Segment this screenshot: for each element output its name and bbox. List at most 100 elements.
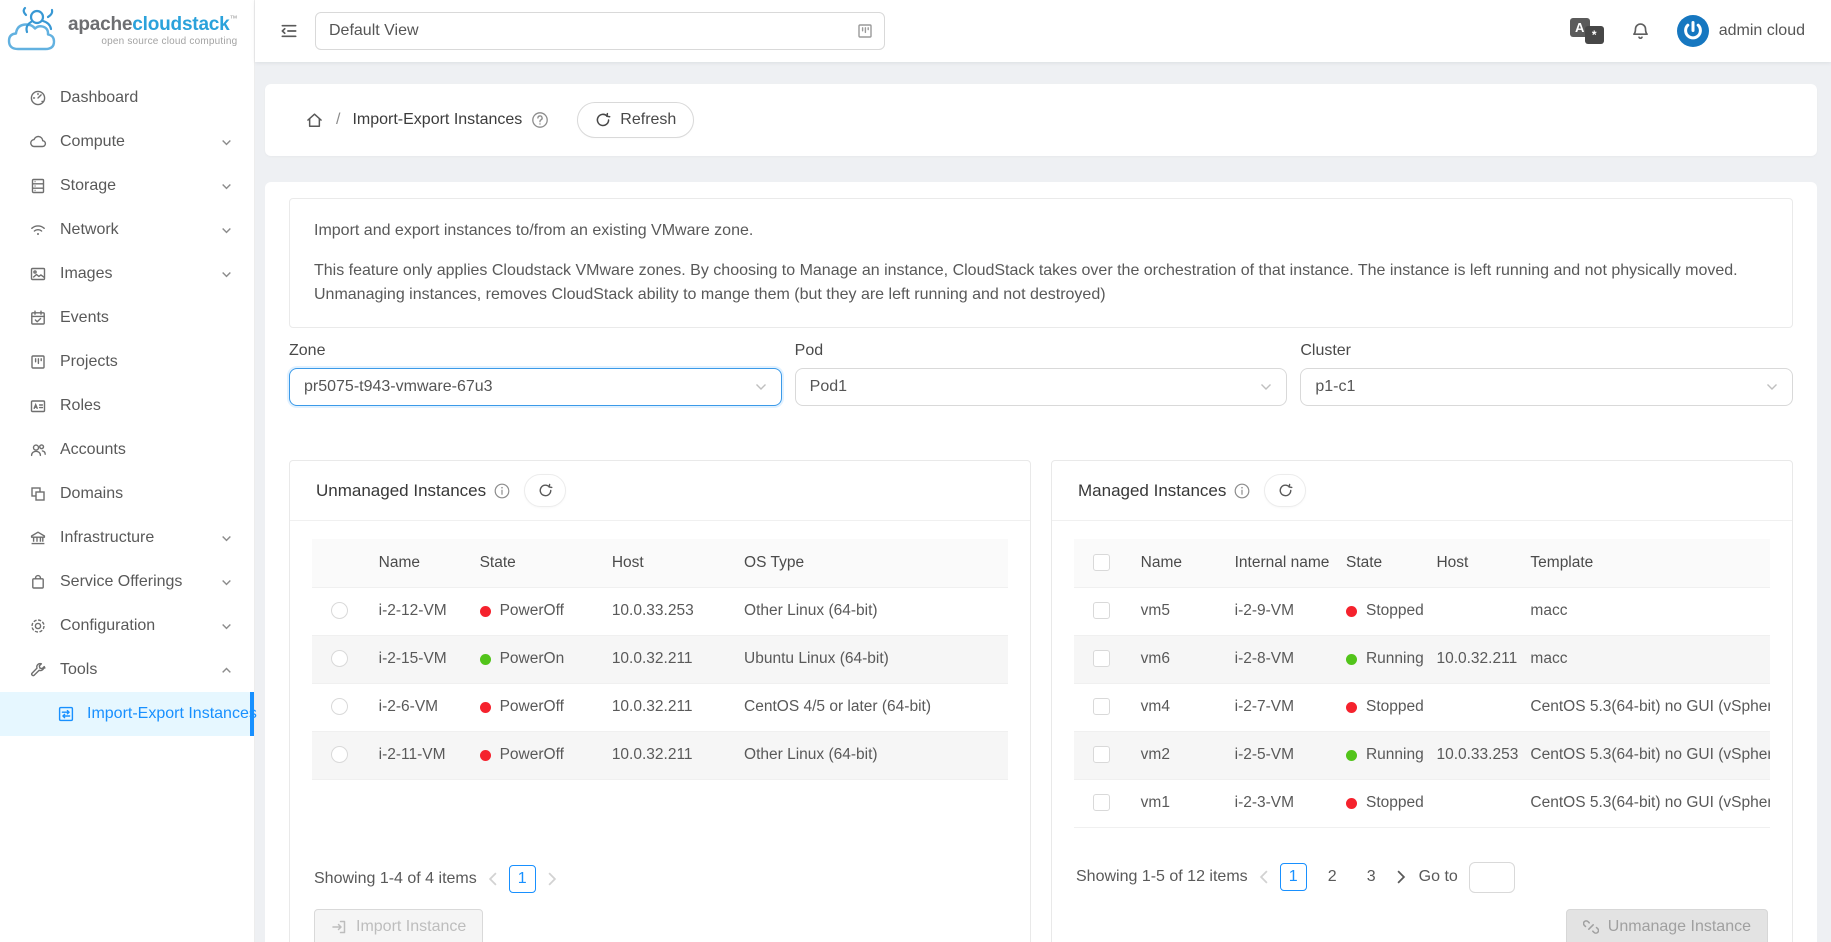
- caret-down-icon: [755, 383, 767, 391]
- state-cell: PowerOff: [469, 731, 601, 779]
- sidebar-item-accounts[interactable]: Accounts: [0, 428, 254, 472]
- prev-page-icon[interactable]: [488, 872, 498, 886]
- row-checkbox[interactable]: [1093, 650, 1110, 667]
- row-checkbox[interactable]: [1093, 698, 1110, 715]
- next-page-icon[interactable]: [1396, 870, 1406, 884]
- unmanaged-panel-title: Unmanaged Instances: [316, 481, 486, 501]
- selector-column-header: [312, 539, 368, 587]
- state-cell: Stopped: [1335, 779, 1425, 827]
- table-cell: vm5: [1130, 587, 1224, 635]
- unmanaged-table: Name State Host OS Type i-2-12-VMPowerOf…: [312, 539, 1008, 780]
- table-row[interactable]: vm6i-2-8-VMRunning10.0.32.211macc: [1074, 635, 1770, 683]
- chevron-down-icon: [221, 225, 232, 236]
- unmanaged-instances-panel: Unmanaged Instances: [289, 460, 1031, 942]
- table-row[interactable]: i-2-15-VMPowerOn10.0.32.211Ubuntu Linux …: [312, 635, 1008, 683]
- shopping-bag-icon: [29, 573, 47, 591]
- table-cell: 10.0.33.253: [1425, 731, 1519, 779]
- sidebar-item-compute[interactable]: Compute: [0, 120, 254, 164]
- sidebar-item-storage[interactable]: Storage: [0, 164, 254, 208]
- state-dot: [480, 606, 491, 617]
- row-radio[interactable]: [331, 698, 348, 715]
- page-number[interactable]: 1: [509, 865, 536, 893]
- page-number[interactable]: 2: [1319, 863, 1346, 891]
- table-row[interactable]: vm2i-2-5-VMRunning10.0.33.253CentOS 5.3(…: [1074, 731, 1770, 779]
- table-cell: i-2-5-VM: [1224, 731, 1335, 779]
- goto-page-input[interactable]: [1469, 862, 1515, 893]
- view-selector[interactable]: Default View: [315, 12, 885, 50]
- row-radio[interactable]: [331, 746, 348, 763]
- reload-icon: [1278, 483, 1293, 498]
- pagination-summary: Showing 1-4 of 4 items: [314, 870, 477, 888]
- table-row[interactable]: vm1i-2-3-VMStoppedCentOS 5.3(64-bit) no …: [1074, 779, 1770, 827]
- pagination-summary: Showing 1-5 of 12 items: [1076, 868, 1248, 886]
- home-icon[interactable]: [305, 111, 324, 130]
- zone-select[interactable]: pr5075-t943-vmware-67u3: [289, 368, 782, 406]
- row-radio[interactable]: [331, 602, 348, 619]
- table-row[interactable]: vm4i-2-7-VMStoppedCentOS 5.3(64-bit) no …: [1074, 683, 1770, 731]
- chevron-down-icon: [221, 137, 232, 148]
- page-number[interactable]: 1: [1280, 863, 1307, 891]
- sidebar-item-images[interactable]: Images: [0, 252, 254, 296]
- sidebar-item-projects[interactable]: Projects: [0, 340, 254, 384]
- next-page-icon[interactable]: [547, 872, 557, 886]
- chevron-down-icon: [221, 533, 232, 544]
- pod-select[interactable]: Pod1: [795, 368, 1288, 406]
- description-line-1: Import and export instances to/from an e…: [314, 219, 1768, 243]
- sidebar-item-network[interactable]: Network: [0, 208, 254, 252]
- unmanage-instance-button[interactable]: Unmanage Instance: [1566, 909, 1768, 942]
- row-radio[interactable]: [331, 650, 348, 667]
- brand-name: apachecloudstack™: [68, 15, 237, 34]
- table-row[interactable]: i-2-11-VMPowerOff10.0.32.211Other Linux …: [312, 731, 1008, 779]
- managed-refresh-button[interactable]: [1264, 474, 1306, 507]
- sidebar-menu: Dashboard Compute Storage Network Images: [0, 62, 254, 736]
- project-icon: [856, 22, 874, 40]
- question-circle-icon[interactable]: [531, 111, 549, 129]
- cloud-icon: [29, 133, 47, 151]
- translate-icon[interactable]: A *: [1570, 18, 1604, 44]
- import-instance-button[interactable]: Import Instance: [314, 909, 483, 942]
- prev-page-icon[interactable]: [1259, 870, 1269, 884]
- state-dot: [1346, 606, 1357, 617]
- table-cell: i-2-11-VM: [368, 731, 469, 779]
- state-cell: Stopped: [1335, 587, 1425, 635]
- sidebar-item-configuration[interactable]: Configuration: [0, 604, 254, 648]
- main-column: Default View A * admin cloud: [255, 0, 1831, 942]
- table-row[interactable]: i-2-6-VMPowerOff10.0.32.211CentOS 4/5 or…: [312, 683, 1008, 731]
- cluster-select[interactable]: p1-c1: [1300, 368, 1793, 406]
- user-name: admin cloud: [1719, 22, 1805, 40]
- block-icon: [29, 485, 47, 503]
- unmanaged-pagination: Showing 1-4 of 4 items 1: [312, 831, 1008, 903]
- column-header: Name: [1130, 539, 1224, 587]
- sidebar-item-roles[interactable]: Roles: [0, 384, 254, 428]
- table-row[interactable]: vm5i-2-9-VMStoppedmacc: [1074, 587, 1770, 635]
- info-circle-icon[interactable]: [494, 483, 510, 499]
- bell-icon[interactable]: [1630, 21, 1651, 42]
- row-checkbox[interactable]: [1093, 746, 1110, 763]
- row-checkbox[interactable]: [1093, 794, 1110, 811]
- refresh-button[interactable]: Refresh: [577, 102, 694, 138]
- menu-fold-icon[interactable]: [279, 21, 299, 41]
- table-cell: macc: [1519, 635, 1770, 683]
- info-circle-icon[interactable]: [1234, 483, 1250, 499]
- user-menu[interactable]: admin cloud: [1677, 15, 1805, 47]
- sidebar-item-import-export-instances[interactable]: Import-Export Instances: [0, 692, 254, 736]
- state-cell: PowerOn: [469, 635, 601, 683]
- sidebar-item-tools[interactable]: Tools: [0, 648, 254, 692]
- table-row[interactable]: i-2-12-VMPowerOff10.0.33.253Other Linux …: [312, 587, 1008, 635]
- select-all-checkbox[interactable]: [1093, 554, 1110, 571]
- column-header: State: [1335, 539, 1425, 587]
- row-checkbox[interactable]: [1093, 602, 1110, 619]
- table-cell: i-2-15-VM: [368, 635, 469, 683]
- sidebar-item-service-offerings[interactable]: Service Offerings: [0, 560, 254, 604]
- page-number[interactable]: 3: [1358, 863, 1385, 891]
- sidebar-item-dashboard[interactable]: Dashboard: [0, 76, 254, 120]
- unmanaged-refresh-button[interactable]: [524, 474, 566, 507]
- sidebar-item-events[interactable]: Events: [0, 296, 254, 340]
- pod-label: Pod: [795, 342, 1288, 360]
- state-dot: [1346, 750, 1357, 761]
- table-cell: vm1: [1130, 779, 1224, 827]
- sidebar-item-infrastructure[interactable]: Infrastructure: [0, 516, 254, 560]
- sidebar-item-domains[interactable]: Domains: [0, 472, 254, 516]
- brand-tagline: open source cloud computing: [68, 37, 237, 47]
- table-cell: 10.0.33.253: [601, 587, 733, 635]
